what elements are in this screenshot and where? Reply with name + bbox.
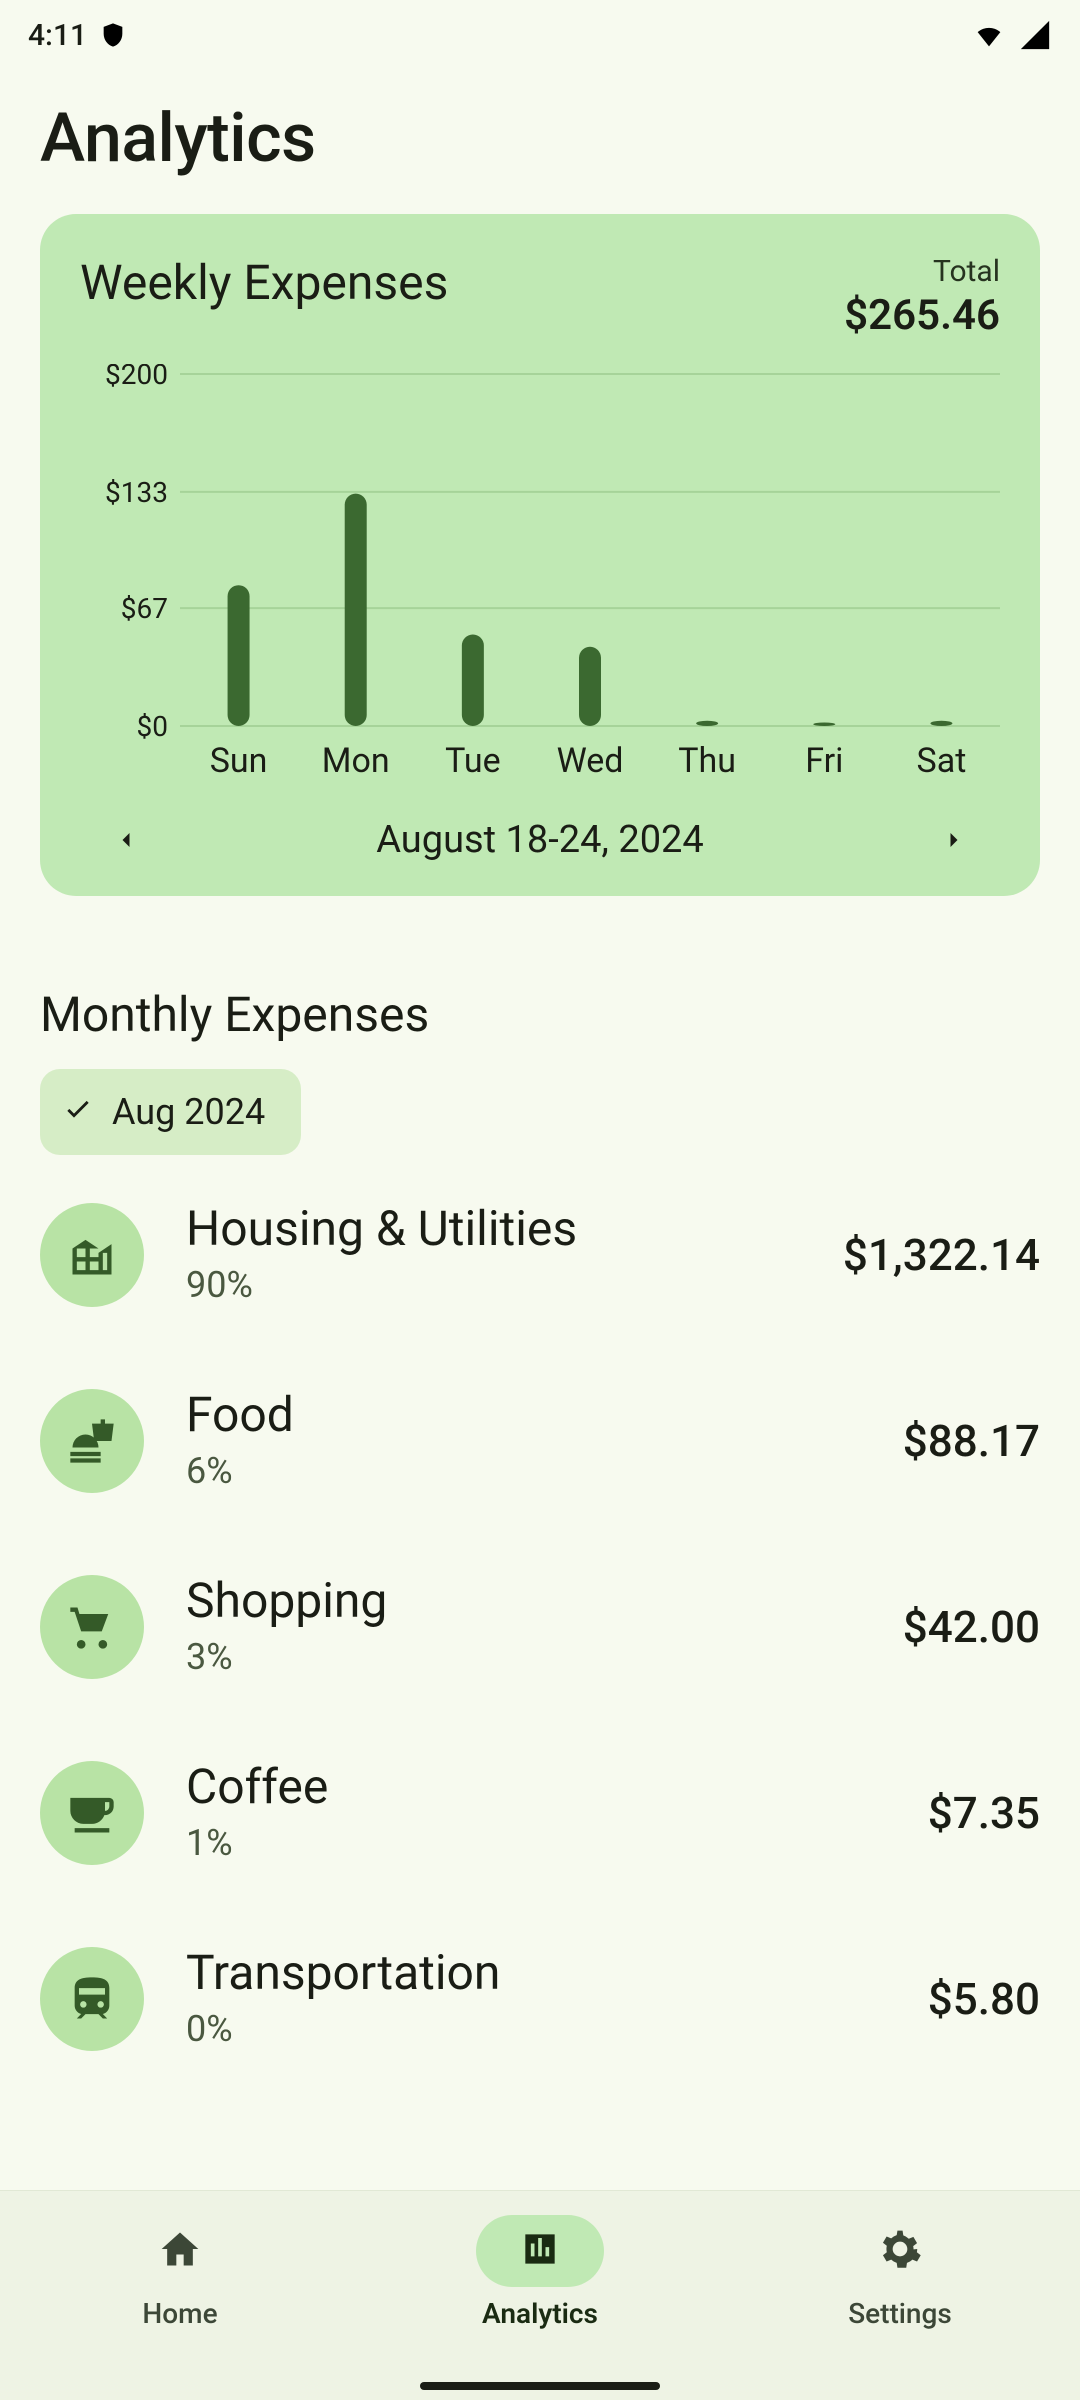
weekly-total-amount: $265.46 <box>844 291 1000 340</box>
nav-label-analytics: Analytics <box>482 2297 598 2330</box>
status-time: 4:11 <box>28 18 87 53</box>
weekly-bar-chart: $200 $133 $67 $0 Sun Mon Tue Wed Thu Fri Sat <box>80 364 1000 784</box>
nav-settings[interactable]: Settings <box>810 2215 990 2330</box>
check-icon <box>62 1091 94 1133</box>
chart-bar <box>579 647 601 726</box>
category-item[interactable]: Transportation 0% $5.80 <box>40 1947 1040 2051</box>
category-item[interactable]: Food 6% $88.17 <box>40 1389 1040 1493</box>
svg-text:Mon: Mon <box>322 741 390 781</box>
category-amount: $42.00 <box>903 1601 1040 1653</box>
page-title: Analytics <box>40 98 1040 178</box>
category-percent: 1% <box>186 1822 886 1864</box>
category-name: Coffee <box>186 1762 886 1812</box>
category-percent: 0% <box>186 2008 886 2050</box>
prev-week-button[interactable] <box>104 818 148 862</box>
chart-bar <box>228 585 250 726</box>
chart-bar <box>345 494 367 726</box>
category-item[interactable]: Shopping 3% $42.00 <box>40 1575 1040 1679</box>
category-amount: $88.17 <box>903 1415 1040 1467</box>
cart-icon <box>40 1575 144 1679</box>
category-name: Food <box>186 1390 861 1440</box>
svg-text:Thu: Thu <box>678 741 736 781</box>
category-amount: $7.35 <box>928 1787 1040 1839</box>
chart-bar <box>696 721 718 726</box>
weekly-total-label: Total <box>844 254 1000 289</box>
svg-text:Sat: Sat <box>917 741 967 781</box>
category-percent: 3% <box>186 1636 861 1678</box>
shield-icon <box>99 21 127 49</box>
signal-icon <box>1018 18 1052 52</box>
nav-home[interactable]: Home <box>90 2215 270 2330</box>
svg-text:Sun: Sun <box>210 741 268 781</box>
settings-gear-icon <box>878 2227 922 2275</box>
chart-bar <box>813 722 835 726</box>
svg-text:$0: $0 <box>137 710 168 743</box>
category-item[interactable]: Coffee 1% $7.35 <box>40 1761 1040 1865</box>
category-amount: $5.80 <box>928 1973 1040 2025</box>
month-selector[interactable]: Aug 2024 <box>40 1069 301 1155</box>
next-week-button[interactable] <box>932 818 976 862</box>
nav-analytics[interactable]: Analytics <box>450 2215 630 2330</box>
fastfood-icon <box>40 1389 144 1493</box>
svg-text:Fri: Fri <box>805 741 843 781</box>
weekly-expenses-card: Weekly Expenses Total $265.46 $200 $133 $6… <box>40 214 1040 896</box>
category-percent: 6% <box>186 1450 861 1492</box>
svg-text:$67: $67 <box>121 592 168 625</box>
category-item[interactable]: Housing & Utilities 90% $1,322.14 <box>40 1203 1040 1307</box>
analytics-icon <box>518 2227 562 2275</box>
weekly-title: Weekly Expenses <box>80 254 448 311</box>
wifi-icon <box>972 18 1006 52</box>
category-name: Shopping <box>186 1576 861 1626</box>
nav-label-settings: Settings <box>848 2297 952 2330</box>
svg-text:Wed: Wed <box>557 741 624 781</box>
coffee-icon <box>40 1761 144 1865</box>
month-label: Aug 2024 <box>112 1091 265 1133</box>
status-bar: 4:11 <box>0 0 1080 70</box>
nav-label-home: Home <box>142 2297 217 2330</box>
page-content: Analytics Weekly Expenses Total $265.46 … <box>0 70 1080 2190</box>
chart-bar <box>930 721 952 726</box>
svg-text:$133: $133 <box>105 476 168 509</box>
week-range: August 18-24, 2024 <box>376 818 704 862</box>
category-name: Transportation <box>186 1948 886 1998</box>
svg-text:$200: $200 <box>105 364 168 391</box>
bottom-nav: Home Analytics Settings <box>0 2190 1080 2400</box>
subway-icon <box>40 1947 144 2051</box>
svg-text:Tue: Tue <box>445 741 500 781</box>
apartment-icon <box>40 1203 144 1307</box>
home-icon <box>158 2227 202 2275</box>
category-percent: 90% <box>186 1264 801 1306</box>
android-gesture-bar <box>420 2382 660 2390</box>
chart-bar <box>462 634 484 726</box>
category-amount: $1,322.14 <box>843 1229 1040 1281</box>
category-list: Housing & Utilities 90% $1,322.14 Food 6% $88… <box>40 1203 1040 2051</box>
monthly-expenses-title: Monthly Expenses <box>40 986 1040 1043</box>
category-name: Housing & Utilities <box>186 1204 801 1254</box>
